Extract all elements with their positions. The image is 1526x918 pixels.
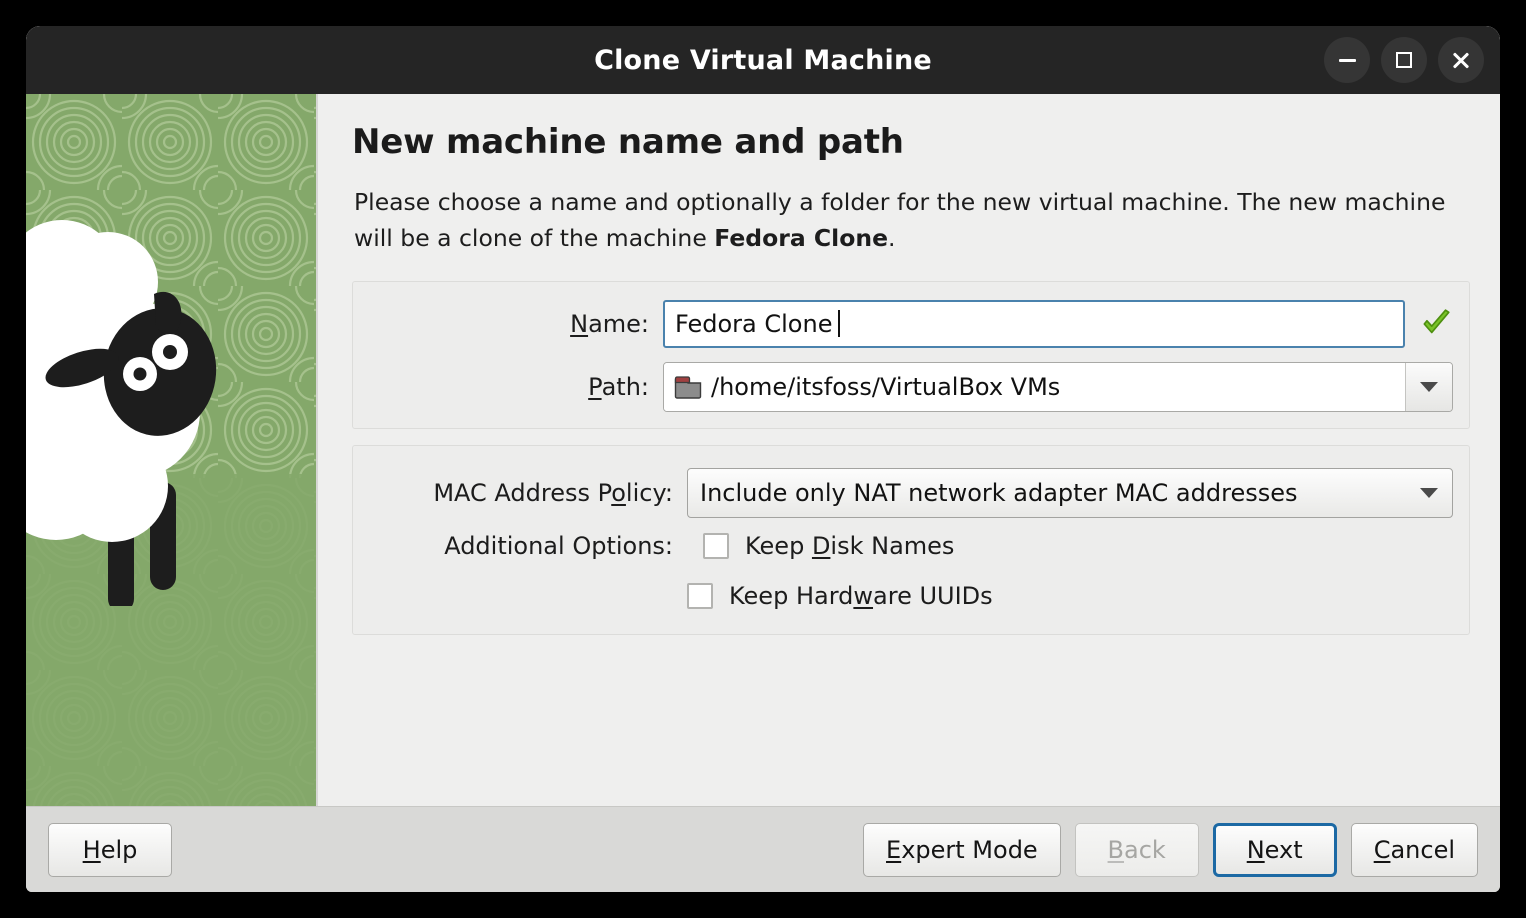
maximize-icon — [1396, 52, 1412, 68]
name-and-path-group: Name: Fedora Clone Path: — [352, 281, 1470, 429]
keep-hardware-uuids-label-before: Keep Hard — [729, 582, 853, 610]
keep-disk-names-label-mnemonic: D — [812, 532, 830, 560]
help-button-label: elp — [101, 836, 138, 864]
name-row: Name: Fedora Clone — [369, 300, 1453, 348]
cancel-button-mnemonic: C — [1374, 836, 1391, 864]
help-button[interactable]: Help — [48, 823, 172, 877]
additional-options-row: Additional Options: Keep Disk Names — [369, 532, 1453, 560]
window-controls — [1324, 37, 1484, 83]
minimize-button[interactable] — [1324, 37, 1370, 83]
next-button-label: ext — [1265, 836, 1303, 864]
next-button-mnemonic: N — [1247, 836, 1265, 864]
chevron-down-icon — [1420, 382, 1438, 392]
cancel-button[interactable]: Cancel — [1351, 823, 1478, 877]
expert-mode-button-mnemonic: E — [886, 836, 901, 864]
clone-vm-dialog-window: Clone Virtual Machine — [26, 26, 1500, 892]
mac-policy-select[interactable]: Include only NAT network adapter MAC add… — [687, 468, 1453, 518]
sheep-illustration — [26, 186, 304, 606]
keep-disk-names-label-before: Keep — [745, 532, 812, 560]
mac-policy-row: MAC Address Policy: Include only NAT net… — [369, 468, 1453, 518]
cancel-button-label: ancel — [1390, 836, 1455, 864]
help-button-mnemonic: H — [83, 836, 101, 864]
title-bar: Clone Virtual Machine — [26, 26, 1500, 94]
back-button-label: ack — [1124, 836, 1166, 864]
page-description: Please choose a name and optionally a fo… — [354, 184, 1470, 257]
text-cursor — [838, 310, 840, 337]
description-part1: Please choose a name and optionally a fo… — [354, 188, 1445, 252]
path-value: /home/itsfoss/VirtualBox VMs — [711, 373, 1060, 401]
close-button[interactable] — [1438, 37, 1484, 83]
minimize-icon — [1339, 59, 1356, 62]
folder-icon — [674, 375, 702, 399]
description-part2: . — [888, 224, 895, 252]
path-label: Path: — [369, 373, 663, 401]
name-label: Name: — [369, 310, 663, 338]
keep-hardware-uuids-label-mnemonic: w — [853, 582, 873, 610]
expert-mode-button[interactable]: Expert Mode — [863, 823, 1061, 877]
next-button[interactable]: Next — [1213, 823, 1337, 877]
page-title: New machine name and path — [352, 122, 1470, 162]
mac-policy-label: MAC Address Policy: — [369, 479, 687, 507]
keep-disk-names-checkbox[interactable] — [703, 533, 729, 559]
keep-hardware-uuids-label-after: are UUIDs — [873, 582, 993, 610]
description-machine-name: Fedora Clone — [714, 224, 888, 252]
wizard-content: New machine name and path Please choose … — [318, 94, 1500, 806]
name-input-value: Fedora Clone — [675, 310, 832, 338]
path-dropdown-button[interactable] — [1405, 363, 1452, 411]
mac-policy-value: Include only NAT network adapter MAC add… — [700, 479, 1420, 507]
footer-button-group: Expert Mode Back Next Cancel — [863, 823, 1478, 877]
mac-policy-label-after: licy: — [626, 479, 673, 507]
additional-options-label: Additional Options: — [369, 532, 687, 560]
path-label-rest: ath: — [602, 373, 649, 401]
close-icon — [1451, 50, 1471, 70]
path-combobox-display[interactable]: /home/itsfoss/VirtualBox VMs — [664, 363, 1405, 411]
keep-disk-names-label-after: isk Names — [830, 532, 954, 560]
dialog-body: New machine name and path Please choose … — [26, 94, 1500, 806]
sidebar-divider — [316, 94, 318, 806]
path-combobox[interactable]: /home/itsfoss/VirtualBox VMs — [663, 362, 1453, 412]
keep-hardware-uuids-checkbox[interactable] — [687, 583, 713, 609]
name-label-rest: ame: — [588, 310, 649, 338]
clone-options-group: MAC Address Policy: Include only NAT net… — [352, 445, 1470, 635]
chevron-down-icon — [1420, 488, 1438, 498]
green-check-icon — [1419, 307, 1453, 341]
keep-disk-names-label[interactable]: Keep Disk Names — [745, 532, 954, 560]
keep-hardware-uuids-label[interactable]: Keep Hardware UUIDs — [729, 582, 993, 610]
name-label-mnemonic: N — [570, 310, 588, 338]
back-button-mnemonic: B — [1108, 836, 1124, 864]
dialog-footer: Help Expert Mode Back Next Cancel — [26, 806, 1500, 892]
mac-policy-label-before: MAC Address P — [433, 479, 611, 507]
keep-hardware-uuids-row: Keep Hardware UUIDs — [369, 582, 1453, 610]
back-button: Back — [1075, 823, 1199, 877]
wizard-illustration-panel — [26, 94, 318, 806]
expert-mode-button-label: xpert Mode — [901, 836, 1038, 864]
name-input[interactable]: Fedora Clone — [663, 300, 1405, 348]
path-row: Path: /home/itsfoss/VirtualBox VMs — [369, 362, 1453, 412]
window-title: Clone Virtual Machine — [594, 45, 932, 76]
mac-policy-label-mnemonic: o — [611, 479, 626, 507]
path-label-mnemonic: P — [588, 373, 601, 401]
maximize-button[interactable] — [1381, 37, 1427, 83]
